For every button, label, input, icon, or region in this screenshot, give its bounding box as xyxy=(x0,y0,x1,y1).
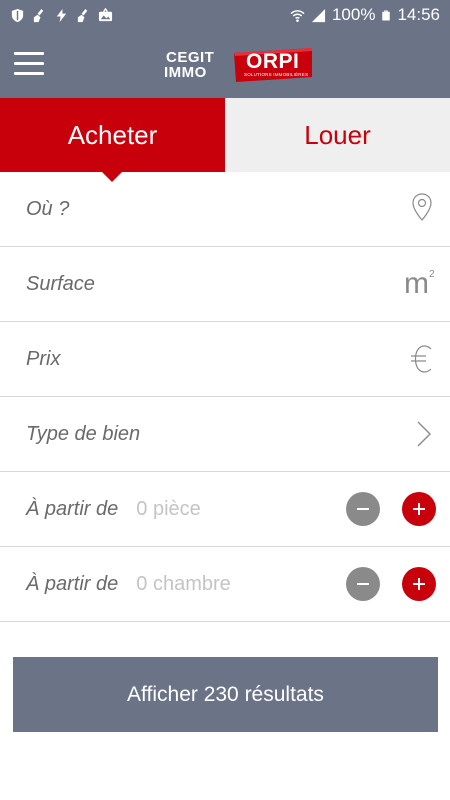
price-field[interactable]: Prix xyxy=(0,322,450,397)
shield-icon xyxy=(11,8,24,22)
menu-button[interactable] xyxy=(14,50,44,76)
orpi-tagline: SOLUTIONS IMMOBILIÈRES xyxy=(244,72,309,77)
logo-line2: IMMO xyxy=(164,64,207,81)
search-form: Où ? Surface m2 Prix Type de bien À part… xyxy=(0,172,450,622)
bedrooms-increment-button[interactable] xyxy=(402,567,436,601)
property-type-label: Type de bien xyxy=(26,422,141,445)
cleaner-icon xyxy=(33,8,44,22)
signal-icon xyxy=(311,8,326,22)
rooms-label: À partir de xyxy=(26,497,119,520)
battery-icon xyxy=(382,10,391,20)
square-meter-icon: m2 xyxy=(404,267,438,305)
square-meter-exponent: 2 xyxy=(429,269,435,280)
rooms-increment-button[interactable] xyxy=(402,492,436,526)
chevron-right-icon xyxy=(417,421,431,447)
bedrooms-label: À partir de xyxy=(26,572,119,595)
app-bar: CEGIT IMMO ORPI SOLUTIONS IMMOBILIÈRES xyxy=(0,30,450,98)
logo-text: CEGIT IMMO xyxy=(164,50,224,80)
tab-louer-label: Louer xyxy=(304,119,371,150)
bedrooms-field: À partir de 0 chambre xyxy=(0,547,450,622)
cleaner-icon xyxy=(77,8,88,22)
bedrooms-stepper xyxy=(346,567,436,601)
app-logo: CEGIT IMMO ORPI SOLUTIONS IMMOBILIÈRES xyxy=(164,46,314,84)
euro-icon xyxy=(411,345,432,373)
rooms-value: 0 pièce xyxy=(136,497,201,520)
square-meter-unit: m xyxy=(404,267,429,300)
clock: 14:56 xyxy=(397,5,440,24)
status-bar: 100% 14:56 xyxy=(0,0,450,30)
tab-louer[interactable]: Louer xyxy=(225,98,450,172)
plus-icon xyxy=(413,503,425,515)
orpi-wordmark: ORPI xyxy=(246,50,300,73)
orpi-logo: ORPI SOLUTIONS IMMOBILIÈRES xyxy=(232,47,314,83)
logo-line1: CEGIT xyxy=(166,49,215,66)
notification-icons xyxy=(10,7,113,23)
system-icons: 100% 14:56 xyxy=(290,5,440,25)
minus-icon xyxy=(357,508,369,510)
surface-field[interactable]: Surface m2 xyxy=(0,247,450,322)
rooms-field: À partir de 0 pièce xyxy=(0,472,450,547)
price-label: Prix xyxy=(26,347,61,370)
map-pin-icon xyxy=(412,193,432,221)
bedrooms-decrement-button[interactable] xyxy=(346,567,380,601)
property-type-field[interactable]: Type de bien xyxy=(0,397,450,472)
rooms-decrement-button[interactable] xyxy=(346,492,380,526)
location-label: Où ? xyxy=(26,197,70,220)
rooms-stepper xyxy=(346,492,436,526)
bedrooms-value: 0 chambre xyxy=(136,572,231,595)
show-results-button[interactable]: Afficher 230 résultats xyxy=(13,657,438,732)
transaction-tabs: Acheter Louer xyxy=(0,98,450,182)
show-results-label: Afficher 230 résultats xyxy=(127,682,324,706)
surface-label: Surface xyxy=(26,272,95,295)
tab-acheter[interactable]: Acheter xyxy=(0,98,225,182)
menu-icon xyxy=(14,52,44,55)
photo-icon xyxy=(98,7,113,21)
wifi-icon xyxy=(290,9,305,22)
location-field[interactable]: Où ? xyxy=(0,172,450,247)
flash-icon xyxy=(56,8,67,22)
battery-level: 100% xyxy=(331,5,376,24)
minus-icon xyxy=(357,583,369,585)
tab-acheter-label: Acheter xyxy=(67,119,158,150)
plus-icon xyxy=(413,578,425,590)
